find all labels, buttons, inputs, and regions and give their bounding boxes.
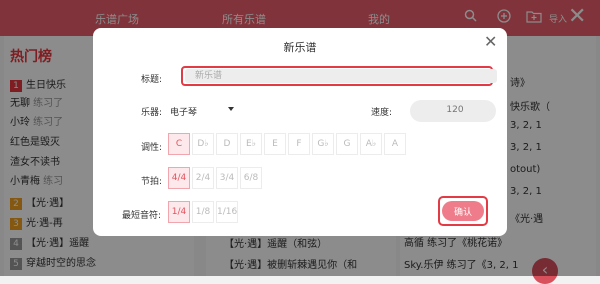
new-score-dialog: 新乐谱 ✕ 标题: 乐器: 电子琴 速度: 调性: CD♭DE♭EFG♭GA♭A…	[93, 28, 507, 236]
shortest-note-label: 最短音符:	[122, 211, 162, 221]
beat-option[interactable]: 4/4	[168, 167, 190, 189]
note-option[interactable]: 1/16	[216, 201, 238, 223]
key-option[interactable]: C	[168, 133, 190, 155]
key-option[interactable]: G♭	[312, 133, 334, 155]
beat-option[interactable]: 3/4	[216, 167, 238, 189]
tempo-input[interactable]	[410, 104, 500, 116]
key-option[interactable]: F	[288, 133, 310, 155]
key-option[interactable]: E♭	[240, 133, 262, 155]
confirm-button[interactable]: 确认	[442, 201, 484, 221]
key-option[interactable]: G	[336, 133, 358, 155]
key-label: 调性:	[141, 143, 163, 153]
tempo-field	[410, 100, 500, 122]
title-input[interactable]	[185, 69, 497, 83]
instrument-select[interactable]: 电子琴	[170, 105, 197, 118]
key-option[interactable]: E	[264, 133, 286, 155]
note-options: 1/4 1/8 1/16	[168, 201, 240, 223]
close-icon[interactable]: ✕	[484, 34, 497, 50]
beat-option[interactable]: 6/8	[240, 167, 262, 189]
title-label: 标题:	[141, 75, 163, 85]
beat-options: 4/4 2/4 3/4 6/8	[168, 167, 264, 189]
instrument-label: 乐器:	[141, 108, 163, 118]
chevron-down-icon[interactable]	[228, 107, 234, 111]
beat-option[interactable]: 2/4	[192, 167, 214, 189]
title-field-highlight	[181, 66, 497, 86]
key-options: C D♭ D E♭ E F G♭ G A♭ A	[168, 133, 408, 155]
beat-label: 节拍:	[141, 177, 163, 187]
dialog-title: 新乐谱	[283, 41, 317, 54]
key-option[interactable]: D	[216, 133, 238, 155]
key-option[interactable]: D♭	[192, 133, 214, 155]
confirm-highlight: 确认	[438, 196, 488, 226]
key-option[interactable]: A♭	[360, 133, 382, 155]
note-option[interactable]: 1/8	[192, 201, 214, 223]
note-option[interactable]: 1/4	[168, 201, 190, 223]
tempo-label: 速度:	[371, 108, 393, 118]
key-option[interactable]: A	[384, 133, 406, 155]
